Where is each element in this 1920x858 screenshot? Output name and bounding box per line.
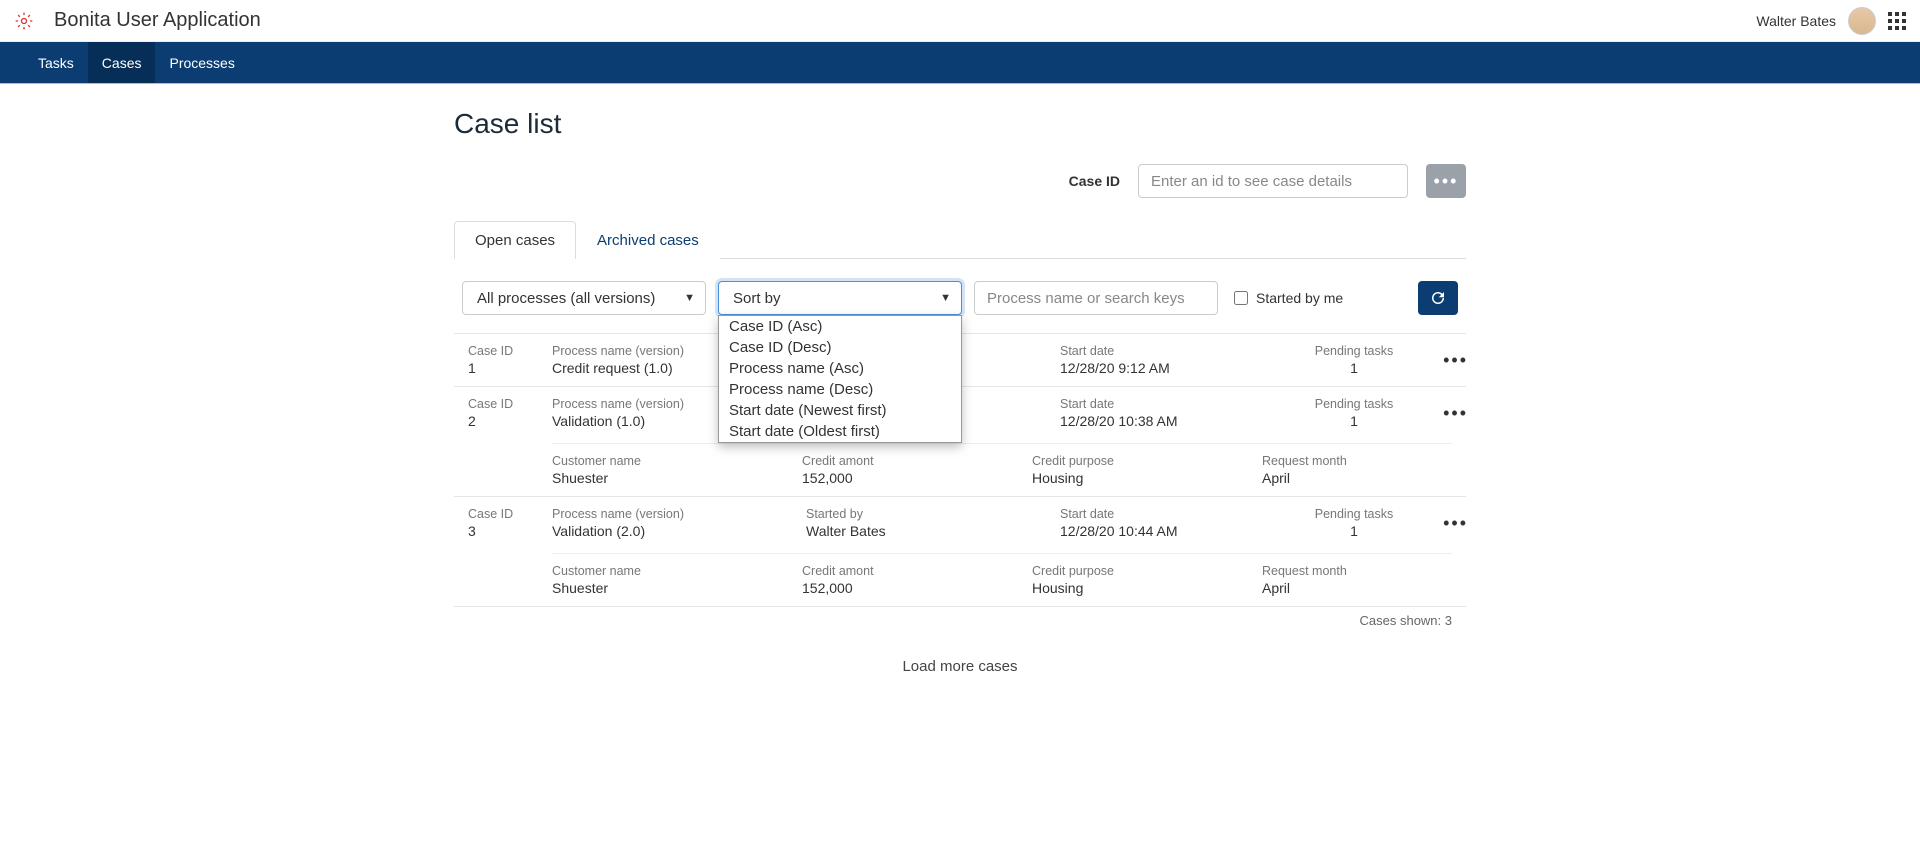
- tab-open-cases[interactable]: Open cases: [454, 221, 576, 259]
- process-filter-select[interactable]: All processes (all versions) ▼: [462, 281, 706, 315]
- col-label-request-month: Request month: [1262, 564, 1462, 578]
- apps-grid-icon[interactable]: [1888, 12, 1906, 30]
- search-input[interactable]: [974, 281, 1218, 315]
- cell-start-date: 12/28/20 10:38 AM: [1060, 413, 1280, 429]
- col-label-case-id: Case ID: [468, 397, 548, 411]
- cases-shown-count: Cases shown: 3: [454, 607, 1466, 628]
- col-label-started-by: Started by: [806, 507, 1056, 521]
- tabs: Open cases Archived cases: [454, 220, 1466, 259]
- avatar[interactable]: [1848, 7, 1876, 35]
- col-label-start-date: Start date: [1060, 344, 1280, 358]
- cell-started-by: Walter Bates: [806, 523, 1056, 539]
- cell-request-month: April: [1262, 470, 1462, 486]
- started-by-me-checkbox[interactable]: Started by me: [1234, 290, 1343, 306]
- refresh-button[interactable]: [1418, 281, 1458, 315]
- nav-processes[interactable]: Processes: [155, 42, 248, 83]
- cell-credit-purpose: Housing: [1032, 580, 1262, 596]
- cell-pending: 1: [1284, 413, 1424, 429]
- col-label-start-date: Start date: [1060, 507, 1280, 521]
- started-by-me-input[interactable]: [1234, 291, 1248, 305]
- col-label-start-date: Start date: [1060, 397, 1280, 411]
- navbar: Tasks Cases Processes: [0, 42, 1920, 84]
- col-label-case-id: Case ID: [468, 507, 548, 521]
- case-id-label: Case ID: [1069, 173, 1120, 189]
- sort-option[interactable]: Process name (Asc): [719, 358, 961, 379]
- cell-start-date: 12/28/20 10:44 AM: [1060, 523, 1280, 539]
- row-more-button[interactable]: •••: [1428, 344, 1468, 371]
- col-label-credit-amount: Credit amont: [802, 564, 1032, 578]
- load-more-button[interactable]: Load more cases: [454, 628, 1466, 705]
- cell-request-month: April: [1262, 580, 1462, 596]
- case-row: Case ID 3 Process name (version) Validation…: [454, 497, 1466, 607]
- case-id-more-button[interactable]: •••: [1426, 164, 1466, 198]
- cell-pending: 1: [1284, 523, 1424, 539]
- username[interactable]: Walter Bates: [1756, 13, 1836, 29]
- sort-option[interactable]: Case ID (Asc): [719, 316, 961, 337]
- cell-start-date: 12/28/20 9:12 AM: [1060, 360, 1280, 376]
- sort-dropdown: Case ID (Asc)Case ID (Desc)Process name …: [718, 315, 962, 443]
- filters-row: All processes (all versions) ▼ Sort by ▼…: [454, 259, 1466, 333]
- tab-archived-cases[interactable]: Archived cases: [576, 221, 720, 259]
- row-more-button[interactable]: •••: [1428, 507, 1468, 534]
- topbar: Bonita User Application Walter Bates: [0, 0, 1920, 42]
- col-label-process: Process name (version): [552, 507, 802, 521]
- gear-icon: [14, 11, 34, 31]
- col-label-pending: Pending tasks: [1284, 344, 1424, 358]
- col-label-credit-amount: Credit amont: [802, 454, 1032, 468]
- col-label-customer-name: Customer name: [552, 454, 802, 468]
- page-title: Case list: [454, 108, 1466, 140]
- cell-pending: 1: [1284, 360, 1424, 376]
- cell-case-id: 1: [468, 360, 548, 376]
- col-label-pending: Pending tasks: [1284, 507, 1424, 521]
- sort-option[interactable]: Start date (Oldest first): [719, 421, 961, 442]
- page-content: Case list Case ID ••• Open cases Archive…: [454, 84, 1466, 745]
- chevron-down-icon: ▼: [940, 292, 951, 304]
- col-label-credit-purpose: Credit purpose: [1032, 454, 1262, 468]
- refresh-icon: [1429, 289, 1447, 307]
- sort-option[interactable]: Start date (Newest first): [719, 400, 961, 421]
- app-title: Bonita User Application: [54, 9, 261, 32]
- col-label-pending: Pending tasks: [1284, 397, 1424, 411]
- cell-credit-amount: 152,000: [802, 580, 1032, 596]
- case-id-lookup: Case ID •••: [454, 164, 1466, 198]
- sort-by-value: Sort by: [733, 290, 781, 307]
- cell-credit-purpose: Housing: [1032, 470, 1262, 486]
- process-filter-value: All processes (all versions): [477, 290, 655, 307]
- row-more-button[interactable]: •••: [1428, 397, 1468, 424]
- col-label-customer-name: Customer name: [552, 564, 802, 578]
- cell-case-id: 2: [468, 413, 548, 429]
- col-label-case-id: Case ID: [468, 344, 548, 358]
- cell-credit-amount: 152,000: [802, 470, 1032, 486]
- cell-customer-name: Shuester: [552, 580, 802, 596]
- cell-customer-name: Shuester: [552, 470, 802, 486]
- case-id-input[interactable]: [1138, 164, 1408, 198]
- started-by-me-label: Started by me: [1256, 290, 1343, 306]
- sort-by-select[interactable]: Sort by ▼: [718, 281, 962, 315]
- col-label-credit-purpose: Credit purpose: [1032, 564, 1262, 578]
- col-label-request-month: Request month: [1262, 454, 1462, 468]
- cell-case-id: 3: [468, 523, 548, 539]
- sort-option[interactable]: Process name (Desc): [719, 379, 961, 400]
- nav-cases[interactable]: Cases: [88, 42, 156, 83]
- nav-tasks[interactable]: Tasks: [24, 42, 88, 83]
- cell-process: Validation (2.0): [552, 523, 802, 539]
- sort-option[interactable]: Case ID (Desc): [719, 337, 961, 358]
- chevron-down-icon: ▼: [684, 292, 695, 304]
